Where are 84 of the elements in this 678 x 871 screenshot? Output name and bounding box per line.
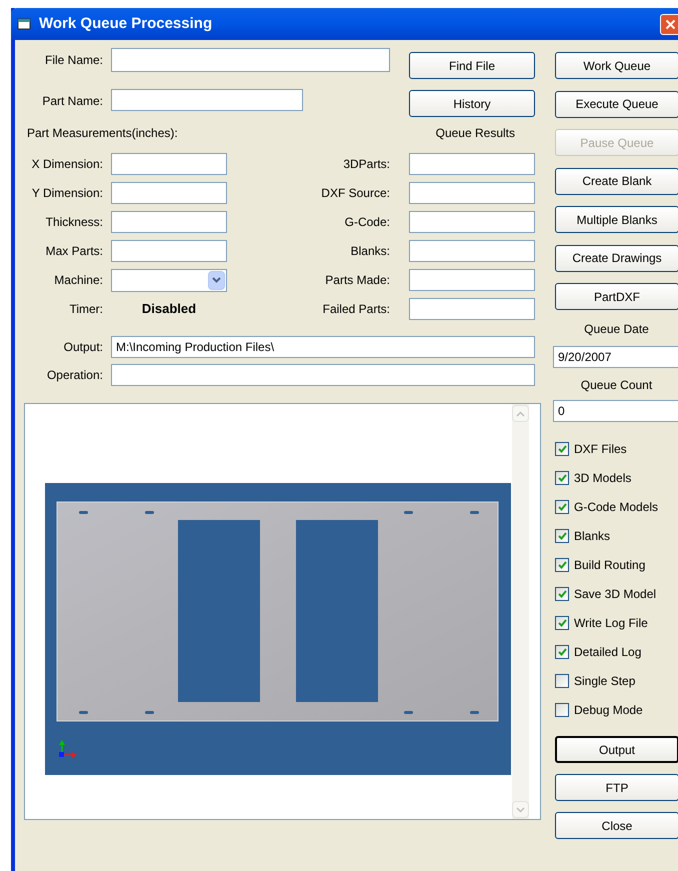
checkbox[interactable]: [555, 442, 569, 456]
field-label: Timer:: [68, 301, 103, 318]
checkbox-label: Write Log File: [574, 615, 648, 632]
checkmark-icon: [558, 561, 566, 569]
checkbox[interactable]: [555, 703, 569, 717]
button[interactable]: Execute Queue: [555, 90, 678, 118]
count-field[interactable]: 0: [553, 400, 678, 422]
checkbox[interactable]: [555, 587, 569, 601]
window-icon: [17, 18, 31, 30]
checkbox-label: Blanks: [574, 528, 610, 545]
checkbox[interactable]: [555, 500, 569, 514]
field-label: Part Name:: [41, 93, 103, 110]
field-label: X Dimension:: [30, 156, 103, 173]
input-field[interactable]: [111, 240, 227, 262]
input-field[interactable]: [409, 182, 535, 204]
field-label: G-Code:: [344, 214, 390, 231]
field-label: 3DParts:: [342, 156, 390, 173]
button[interactable]: Create Drawings: [555, 244, 678, 272]
field-label: Failed Parts:: [322, 301, 390, 318]
queue-count-label: Queue Count: [580, 377, 654, 394]
queue-date-label: Queue Date: [583, 321, 650, 338]
input-field[interactable]: [111, 182, 227, 204]
input-field[interactable]: [409, 269, 535, 291]
field-label: Operation:: [46, 367, 103, 384]
input-field[interactable]: [111, 89, 303, 111]
checkbox-label: Save 3D Model: [574, 586, 656, 603]
button[interactable]: PartDXF: [555, 283, 678, 310]
checkbox[interactable]: [555, 529, 569, 543]
field-label: DXF Source:: [320, 185, 390, 202]
checkbox-label: Build Routing: [574, 557, 646, 574]
checkmark-icon: [558, 503, 566, 511]
window-title: Work Queue Processing: [39, 14, 214, 34]
checkmark-icon: [558, 619, 566, 627]
input-field[interactable]: [409, 153, 535, 175]
button[interactable]: Work Queue: [555, 52, 678, 79]
button[interactable]: History: [409, 90, 535, 117]
checkbox[interactable]: [555, 645, 569, 659]
checkbox-label: Single Step: [574, 673, 636, 690]
button[interactable]: Find File: [409, 52, 535, 79]
button[interactable]: FTP: [555, 774, 678, 801]
scroll-up-button[interactable]: [512, 405, 529, 422]
button[interactable]: Close: [555, 812, 678, 839]
checkbox-label: 3D Models: [574, 470, 632, 487]
close-icon: [665, 18, 676, 30]
checkmark-icon: [558, 532, 566, 540]
input-field[interactable]: [111, 153, 227, 175]
date-field[interactable]: 9/20/2007: [553, 346, 678, 368]
button[interactable]: Create Blank: [555, 168, 678, 194]
checkbox-label: Debug Mode: [574, 702, 643, 719]
close-button[interactable]: [660, 14, 678, 34]
scroll-down-button[interactable]: [512, 801, 529, 818]
input-field[interactable]: [111, 211, 227, 233]
field-label: Machine:: [53, 272, 103, 289]
field-label: Parts Made:: [324, 272, 390, 289]
section-heading: Queue Results: [436, 125, 515, 142]
checkmark-icon: [558, 445, 566, 453]
checkbox-label: Detailed Log: [574, 644, 642, 661]
machine-dropdown[interactable]: [111, 268, 227, 292]
input-field[interactable]: M:\Incoming Production Files\: [111, 336, 535, 358]
field-label: File Name:: [44, 52, 103, 69]
checkbox[interactable]: [555, 558, 569, 572]
checkbox-label: DXF Files: [574, 441, 627, 458]
input-field[interactable]: [111, 364, 535, 386]
checkbox[interactable]: [555, 616, 569, 630]
field-label: Thickness:: [44, 214, 103, 231]
timer-status: Disabled: [140, 300, 198, 318]
checkmark-icon: [558, 474, 566, 482]
section-heading: Part Measurements(inches):: [27, 125, 178, 142]
checkbox[interactable]: [555, 674, 569, 688]
checkbox[interactable]: [555, 471, 569, 485]
button[interactable]: Output: [555, 736, 678, 763]
checkmark-icon: [558, 590, 566, 598]
scrollbar-track[interactable]: [512, 404, 529, 819]
checkbox-label: G-Code Models: [574, 499, 658, 516]
input-field[interactable]: [409, 211, 535, 233]
field-label: Max Parts:: [44, 243, 103, 260]
checkmark-icon: [558, 648, 566, 656]
field-label: Y Dimension:: [30, 185, 103, 202]
field-label: Output:: [62, 339, 103, 356]
input-field[interactable]: [409, 298, 535, 320]
input-field[interactable]: [111, 48, 390, 72]
field-label: Blanks:: [350, 243, 390, 260]
input-field[interactable]: [409, 240, 535, 262]
button[interactable]: Multiple Blanks: [555, 206, 678, 233]
